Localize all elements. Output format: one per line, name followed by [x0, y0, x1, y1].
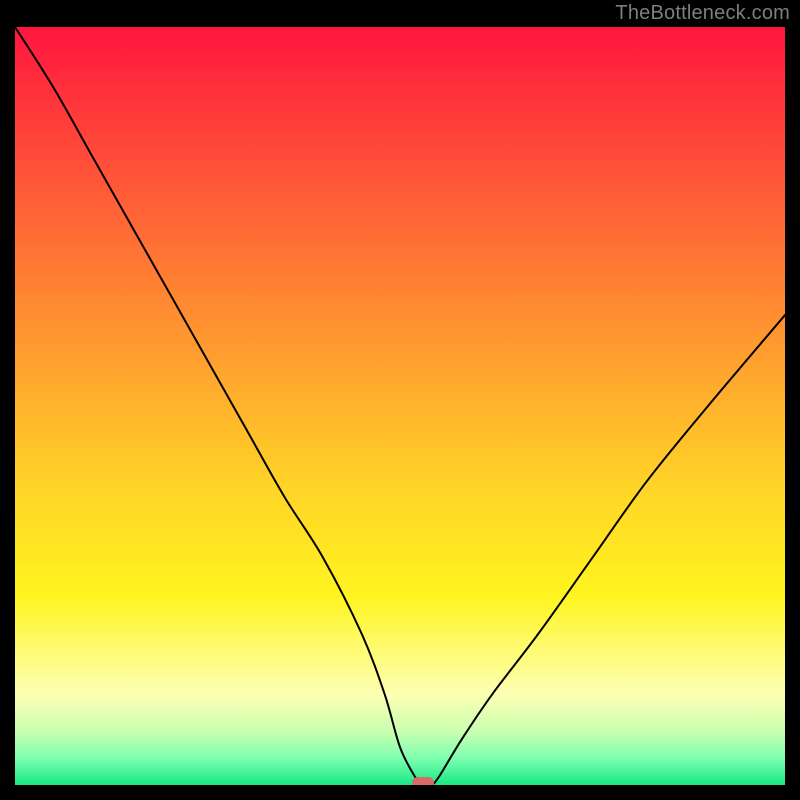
chart-frame: TheBottleneck.com [0, 0, 800, 800]
watermark-text: TheBottleneck.com [615, 2, 790, 25]
optimum-marker [412, 777, 434, 785]
chart-svg [15, 27, 785, 785]
chart-background [15, 27, 785, 785]
bottleneck-chart [15, 27, 785, 785]
